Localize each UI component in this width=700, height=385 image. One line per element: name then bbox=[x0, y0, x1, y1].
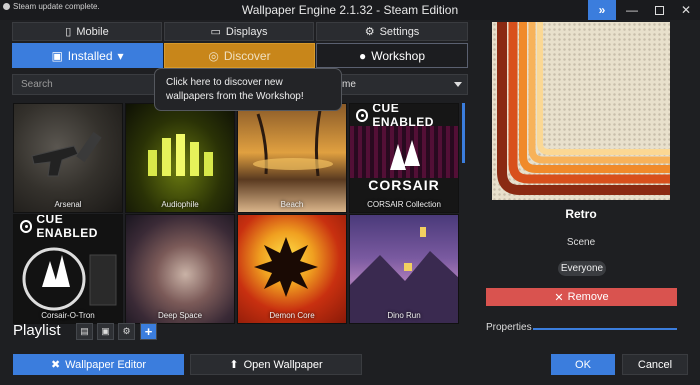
save-icon[interactable]: ▣ bbox=[97, 323, 114, 340]
wrench-icon: ✖ bbox=[50, 359, 61, 371]
minimize-button[interactable]: — bbox=[618, 0, 646, 20]
wallpaper-tile-arsenal[interactable]: Arsenal bbox=[13, 103, 123, 213]
tab-discover-label: Discover bbox=[223, 48, 271, 63]
arsenal-thumbnail bbox=[31, 131, 102, 177]
tab-installed[interactable]: ▣ Installed ▾ bbox=[12, 43, 163, 68]
audiophile-thumbnail bbox=[148, 134, 213, 176]
rating-badge: Everyone bbox=[558, 261, 606, 276]
wallpaper-tile-corsair-o-tron[interactable]: CUE ENABLED Corsair-O-Tron bbox=[13, 214, 123, 324]
status-message: Steam update complete. bbox=[3, 2, 100, 11]
open-wallpaper-label: Open Wallpaper bbox=[243, 358, 323, 371]
maximize-button[interactable] bbox=[645, 0, 673, 20]
properties-divider bbox=[533, 328, 677, 330]
cue-badge: CUE ENABLED bbox=[350, 103, 458, 129]
tab-installed-label: Installed bbox=[67, 48, 113, 63]
open-wallpaper-button[interactable]: ⬆ Open Wallpaper bbox=[190, 354, 362, 375]
wallpaper-name: Arsenal bbox=[54, 200, 82, 209]
discover-tooltip: Click here to discover new wallpapers fr… bbox=[154, 68, 342, 111]
cue-icon bbox=[356, 108, 369, 122]
compass-icon: ◎ bbox=[208, 48, 219, 63]
tab-settings-label: Settings bbox=[379, 25, 420, 38]
sort-select[interactable]: me bbox=[338, 74, 468, 95]
grid-scrollbar[interactable] bbox=[462, 103, 465, 163]
wallpaper-name: Dino Run bbox=[387, 311, 421, 320]
tab-mobile[interactable]: ▯ Mobile bbox=[12, 22, 162, 41]
wallpaper-name: Audiophile bbox=[161, 200, 199, 209]
wallpaper-type: Scene bbox=[566, 237, 596, 248]
window-title: Wallpaper Engine 2.1.32 - Steam Edition bbox=[241, 3, 459, 17]
cue-badge-label: CUE ENABLED bbox=[372, 103, 434, 129]
monitor-icon: ▭ bbox=[210, 26, 221, 38]
save-icon: ▣ bbox=[51, 48, 63, 63]
upload-icon: ⬆ bbox=[229, 359, 239, 371]
status-text: Steam update complete. bbox=[13, 2, 100, 11]
tab-displays-label: Displays bbox=[225, 25, 268, 38]
cancel-button[interactable]: Cancel bbox=[622, 354, 688, 375]
wallpaper-name: Corsair-O-Tron bbox=[41, 311, 95, 320]
properties-label: Properties bbox=[486, 322, 532, 333]
wallpaper-tile-audiophile[interactable]: Audiophile bbox=[125, 103, 235, 213]
corsair-sail-icon bbox=[404, 140, 420, 166]
steam-icon bbox=[3, 3, 10, 10]
corsair-o-tron-thumbnail bbox=[22, 247, 117, 311]
ok-button[interactable]: OK bbox=[551, 354, 615, 375]
wallpaper-editor-label: Wallpaper Editor bbox=[65, 358, 147, 371]
gear-icon[interactable]: ⚙ bbox=[118, 323, 135, 340]
wallpaper-tile-deep-space[interactable]: Deep Space bbox=[125, 214, 235, 324]
wallpaper-tile-beach[interactable]: Beach bbox=[237, 103, 347, 213]
add-playlist-button[interactable]: + bbox=[140, 323, 157, 340]
gear-icon: ⚙ bbox=[364, 26, 375, 38]
tab-discover[interactable]: ◎ Discover bbox=[164, 43, 315, 68]
close-icon: ✕ bbox=[554, 291, 564, 304]
wallpaper-title: Retro bbox=[565, 207, 597, 221]
dino-run-thumbnail bbox=[350, 227, 458, 323]
wallpaper-tile-dino-run[interactable]: Dino Run bbox=[349, 214, 459, 324]
mobile-icon: ▯ bbox=[65, 26, 72, 38]
wallpaper-tile-corsair-collection[interactable]: CUE ENABLED CORSAIR CORSAIR Collection bbox=[349, 103, 459, 213]
wallpaper-name: CORSAIR Collection bbox=[367, 200, 441, 209]
remove-button[interactable]: ✕ Remove bbox=[486, 288, 677, 306]
corsair-logo-text: CORSAIR bbox=[368, 177, 440, 193]
playlist-label: Playlist bbox=[13, 322, 61, 339]
sort-value: me bbox=[342, 79, 356, 90]
retro-preview-art bbox=[497, 22, 670, 195]
tab-mobile-label: Mobile bbox=[76, 25, 109, 38]
chevron-down-icon: ▾ bbox=[117, 48, 124, 63]
beach-thumbnail bbox=[253, 109, 333, 177]
remove-label: Remove bbox=[567, 291, 609, 303]
steam-icon: ● bbox=[358, 48, 367, 63]
wallpaper-editor-button[interactable]: ✖ Wallpaper Editor bbox=[13, 354, 184, 375]
chevron-down-icon bbox=[454, 82, 462, 87]
tab-displays[interactable]: ▭ Displays bbox=[164, 22, 314, 41]
tab-workshop[interactable]: ● Workshop bbox=[316, 43, 468, 68]
wallpaper-name: Demon Core bbox=[269, 311, 315, 320]
wallpaper-name: Beach bbox=[280, 200, 304, 209]
double-chevron-icon[interactable]: » bbox=[588, 0, 616, 20]
search-input[interactable]: Search bbox=[12, 74, 160, 95]
close-button[interactable]: ✕ bbox=[672, 0, 700, 20]
tab-workshop-label: Workshop bbox=[371, 48, 426, 63]
demon-core-thumbnail bbox=[254, 237, 318, 297]
tab-settings[interactable]: ⚙ Settings bbox=[316, 22, 468, 41]
folder-icon[interactable]: ▤ bbox=[76, 323, 93, 340]
wallpaper-preview bbox=[492, 22, 670, 200]
wallpaper-name: Deep Space bbox=[157, 311, 203, 320]
wallpaper-tile-demon-core[interactable]: Demon Core bbox=[237, 214, 347, 324]
maximize-icon bbox=[654, 5, 664, 15]
title-bar: Steam update complete. Wallpaper Engine … bbox=[0, 0, 700, 20]
